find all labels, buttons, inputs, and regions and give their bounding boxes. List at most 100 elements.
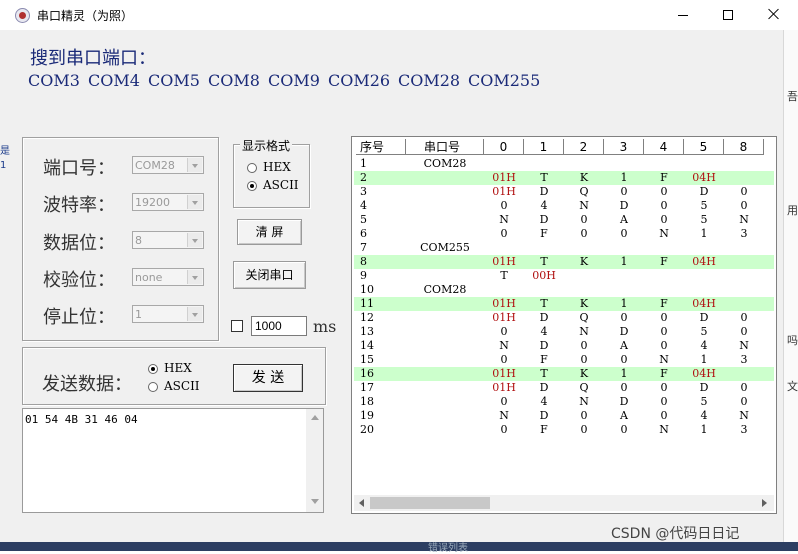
- send-hex-label: HEX: [164, 361, 192, 375]
- scroll-left-icon[interactable]: [359, 499, 364, 507]
- table-row[interactable]: 12 01H D Q 0 0 D 0: [354, 311, 774, 325]
- table-cell: 0: [620, 185, 628, 198]
- close-button[interactable]: [751, 0, 797, 30]
- table-cell: 0: [660, 199, 668, 212]
- send-hex-radio[interactable]: [148, 364, 158, 374]
- table-cell: 0: [500, 325, 508, 338]
- table-cell: [684, 269, 724, 283]
- column-header[interactable]: 8: [724, 139, 764, 155]
- close-icon: [768, 8, 780, 20]
- port-link-com4[interactable]: COM4: [88, 71, 140, 90]
- table-row[interactable]: 6 0 F 0 0 N 1 3: [354, 227, 774, 241]
- table-cell: T: [540, 297, 548, 310]
- table-row[interactable]: 15 0 F 0 0 N 1 3: [354, 353, 774, 367]
- close-port-button[interactable]: 关闭串口: [233, 261, 306, 289]
- table-cell: Q: [579, 185, 589, 198]
- baud-label: 波特率：: [43, 195, 115, 216]
- table-row[interactable]: 9 T 00H: [354, 269, 774, 283]
- receive-data-grid[interactable]: 序号 串口号 0 1 2 3 4 5 8 1 COM28 2 01H T K 1 F 04H 3 01H D Q 0 0 D 0…: [351, 136, 777, 514]
- databits-select[interactable]: 8: [132, 231, 204, 249]
- table-row[interactable]: 14 N D 0 A 0 4 N: [354, 339, 774, 353]
- scroll-down-icon[interactable]: [311, 499, 319, 504]
- column-header[interactable]: 串口号: [406, 139, 484, 155]
- table-cell: 0: [580, 423, 588, 436]
- table-row[interactable]: 17 01H D Q 0 0 D 0: [354, 381, 774, 395]
- textarea-scrollbar[interactable]: [306, 409, 323, 512]
- port-link-com26[interactable]: COM26: [328, 71, 390, 90]
- column-header[interactable]: 序号: [356, 139, 406, 155]
- table-cell: D: [699, 381, 709, 394]
- table-row[interactable]: 2 01H T K 1 F 04H: [354, 171, 774, 185]
- table-cell: F: [540, 353, 548, 366]
- auto-send-checkbox[interactable]: [231, 320, 243, 332]
- display-hex-radio[interactable]: [247, 163, 257, 173]
- table-row[interactable]: 8 01H T K 1 F 04H: [354, 255, 774, 269]
- port-link-com3[interactable]: COM3: [28, 71, 80, 90]
- table-row[interactable]: 1 COM28: [354, 157, 774, 171]
- baud-select-value: 19200: [135, 196, 170, 209]
- table-cell: 1: [620, 171, 628, 184]
- table-cell: 0: [740, 325, 748, 338]
- table-cell: 16: [360, 367, 374, 380]
- table-row[interactable]: 3 01H D Q 0 0 D 0: [354, 185, 774, 199]
- column-header[interactable]: 4: [644, 139, 684, 155]
- send-button[interactable]: 发 送: [233, 364, 303, 392]
- port-link-com5[interactable]: COM5: [148, 71, 200, 90]
- table-cell: N: [499, 213, 509, 226]
- table-cell: N: [579, 199, 589, 212]
- window-title: 串口精灵（为照）: [37, 9, 134, 23]
- table-cell: F: [660, 255, 668, 268]
- table-row[interactable]: 11 01H T K 1 F 04H: [354, 297, 774, 311]
- table-row[interactable]: 5 N D 0 A 0 5 N: [354, 213, 774, 227]
- port-link-com9[interactable]: COM9: [268, 71, 320, 90]
- port-link-com255[interactable]: COM255: [468, 71, 540, 90]
- minimize-icon: [678, 15, 688, 16]
- column-header[interactable]: 3: [604, 139, 644, 155]
- table-row[interactable]: 19 N D 0 A 0 4 N: [354, 409, 774, 423]
- table-cell: 4: [700, 339, 708, 352]
- column-header[interactable]: 0: [484, 139, 524, 155]
- grid-horizontal-scrollbar[interactable]: [354, 495, 774, 511]
- table-row[interactable]: 20 0 F 0 0 N 1 3: [354, 423, 774, 437]
- table-cell: N: [739, 409, 749, 422]
- table-cell: [524, 157, 564, 171]
- scroll-right-icon[interactable]: [762, 499, 767, 507]
- table-row[interactable]: 10 COM28: [354, 283, 774, 297]
- minimize-button[interactable]: [660, 0, 706, 30]
- port-link-com28[interactable]: COM28: [398, 71, 460, 90]
- display-ascii-radio[interactable]: [247, 181, 257, 191]
- table-cell: [564, 283, 604, 297]
- table-row[interactable]: 4 0 4 N D 0 5 0: [354, 199, 774, 213]
- stopbits-label: 停止位：: [43, 307, 115, 328]
- column-header[interactable]: 1: [524, 139, 564, 155]
- stopbits-select[interactable]: 1: [132, 305, 204, 323]
- table-cell: 17: [360, 381, 374, 394]
- table-row[interactable]: 7 COM255: [354, 241, 774, 255]
- send-data-textarea[interactable]: 01 54 4B 31 46 04: [22, 408, 324, 513]
- baud-select[interactable]: 19200: [132, 193, 204, 211]
- scroll-thumb[interactable]: [370, 497, 490, 509]
- table-cell: [724, 171, 764, 185]
- table-row[interactable]: 13 0 4 N D 0 5 0: [354, 325, 774, 339]
- background-left-strip: 是 1: [0, 142, 10, 182]
- column-header[interactable]: 2: [564, 139, 604, 155]
- port-select[interactable]: COM28: [132, 156, 204, 174]
- clear-screen-button[interactable]: 清 屏: [237, 219, 302, 245]
- table-cell: 5: [700, 199, 708, 212]
- port-link-com8[interactable]: COM8: [208, 71, 260, 90]
- send-ascii-radio[interactable]: [148, 382, 158, 392]
- table-cell: [406, 367, 484, 381]
- column-header[interactable]: 5: [684, 139, 724, 155]
- table-row[interactable]: 18 0 4 N D 0 5 0: [354, 395, 774, 409]
- table-cell: [406, 199, 484, 213]
- table-row[interactable]: 16 01H T K 1 F 04H: [354, 367, 774, 381]
- parity-select[interactable]: none: [132, 268, 204, 286]
- table-cell: [484, 241, 524, 255]
- table-cell: COM255: [420, 241, 470, 254]
- interval-input[interactable]: [251, 316, 307, 336]
- table-cell: F: [540, 227, 548, 240]
- maximize-button[interactable]: [705, 0, 751, 30]
- scroll-up-icon[interactable]: [311, 415, 319, 420]
- table-cell: 9: [360, 269, 367, 282]
- table-cell: [406, 269, 484, 283]
